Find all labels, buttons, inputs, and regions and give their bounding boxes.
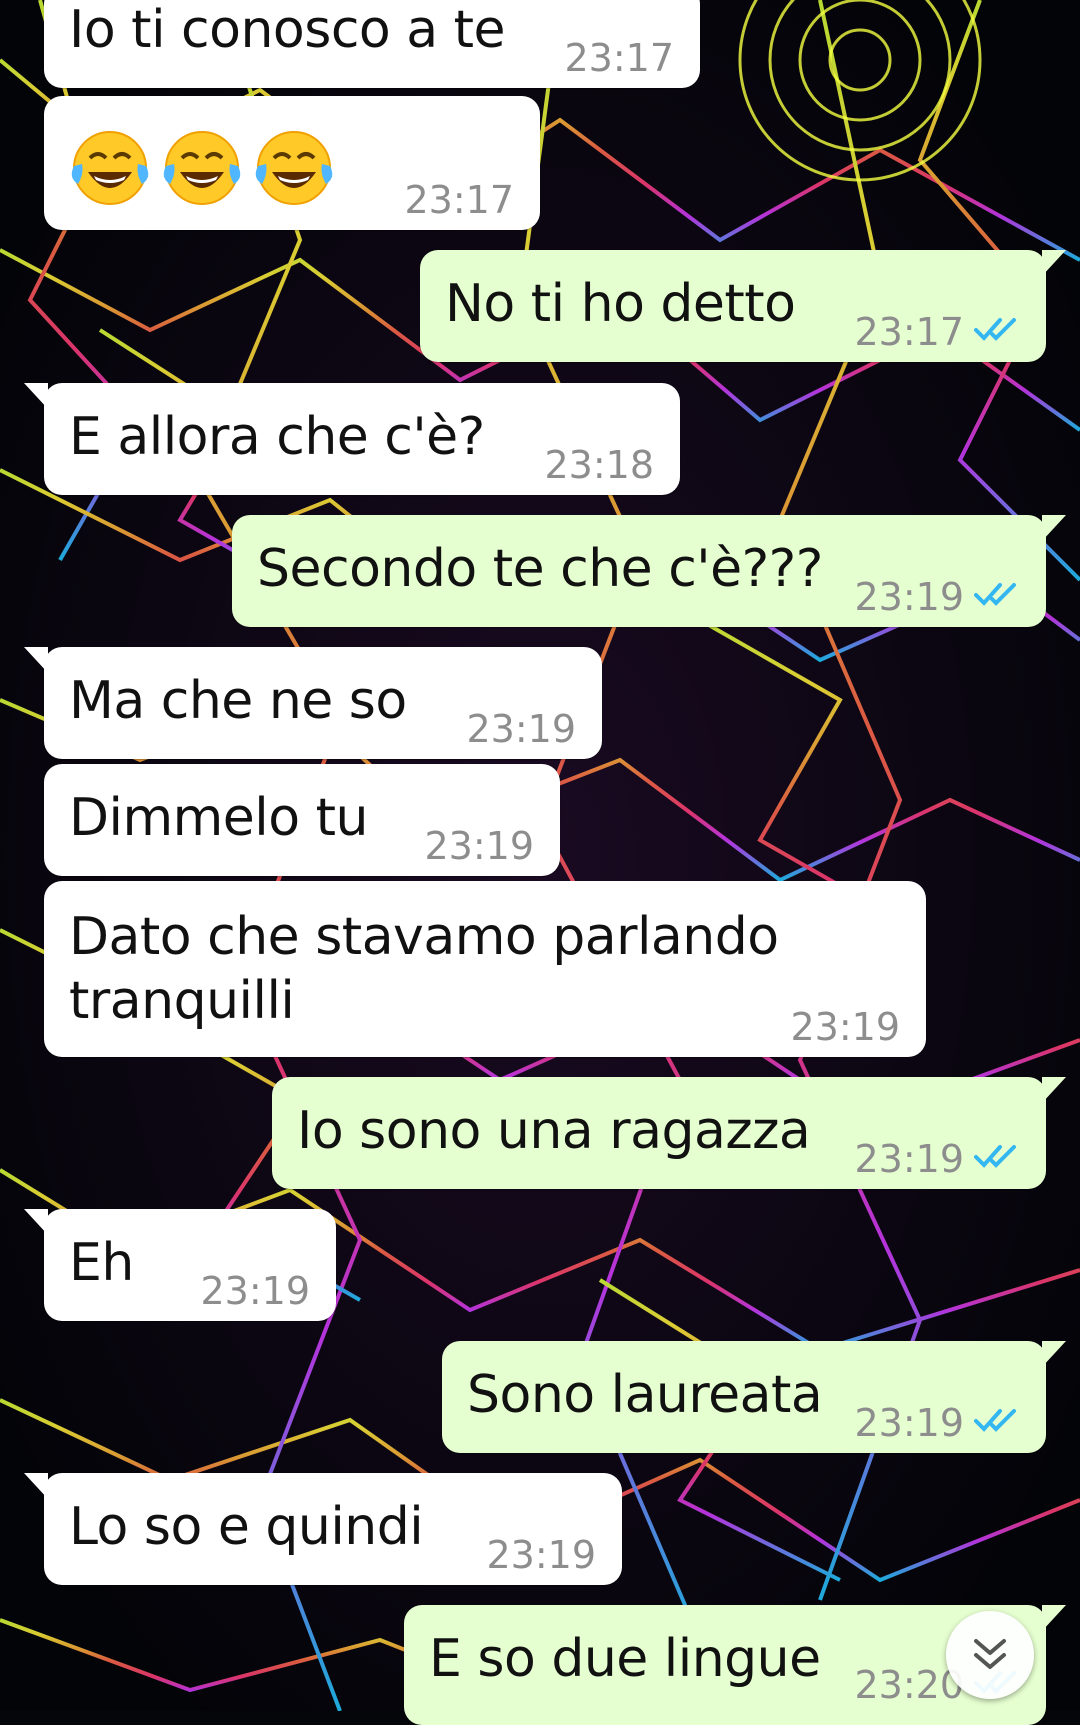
message-text: Eh — [69, 1233, 134, 1293]
message-incoming[interactable]: Lo so e quindi 23:19 — [24, 1473, 622, 1585]
message-time: 23:17 — [854, 310, 964, 354]
bubble-tail — [24, 1473, 48, 1499]
message-text: Dato che stavamo parlando tranquilli — [69, 907, 779, 1031]
message-time: 23:19 — [854, 575, 964, 619]
message-outgoing[interactable]: Sono laureata 23:19 — [442, 1341, 1066, 1453]
message-time: 23:19 — [486, 1533, 596, 1577]
message-outgoing[interactable]: Io sono una ragazza 23:19 — [272, 1077, 1066, 1189]
double-chevron-down-icon — [974, 1639, 1006, 1669]
bubble-tail — [24, 383, 48, 409]
message-time: 23:19 — [790, 1005, 900, 1049]
bubble-tail — [1042, 1605, 1066, 1631]
message-time: 23:17 — [564, 36, 674, 80]
conversation-view: Io ti conosco a te 23:17 23:17 No ti ho … — [0, 0, 1080, 1725]
double-check-icon — [974, 318, 1016, 341]
double-check-icon — [974, 1145, 1016, 1168]
bubble-tail — [24, 647, 48, 673]
message-incoming[interactable]: E allora che c'è? 23:18 — [24, 383, 680, 495]
message-text: Ma che ne so — [69, 671, 407, 731]
bubble-tail — [24, 1209, 48, 1235]
message-text: Lo so e quindi — [69, 1497, 424, 1557]
double-check-icon — [974, 583, 1016, 606]
message-outgoing[interactable]: Secondo te che c'è??? 23:19 — [232, 515, 1066, 627]
message-text: Io sono una ragazza — [297, 1101, 811, 1161]
message-time: 23:19 — [424, 824, 534, 868]
face-with-tears-of-joy-icon — [71, 131, 149, 205]
message-text: Io ti conosco a te — [69, 0, 506, 60]
message-incoming[interactable]: 23:17 — [44, 96, 540, 230]
message-text: E so due lingue — [429, 1629, 821, 1689]
double-check-icon — [974, 1409, 1016, 1432]
message-text: Dimmelo tu — [69, 788, 368, 848]
message-time: 23:19 — [466, 707, 576, 751]
face-with-tears-of-joy-icon — [163, 131, 241, 205]
bubble-tail — [1042, 1077, 1066, 1103]
message-incoming[interactable]: Eh 23:19 — [24, 1209, 336, 1321]
bubble-tail — [1042, 515, 1066, 541]
message-incoming[interactable]: Ma che ne so 23:19 — [24, 647, 602, 759]
message-outgoing[interactable]: No ti ho detto 23:17 — [420, 250, 1066, 362]
bubble-tail — [1042, 1341, 1066, 1367]
scroll-to-bottom-button[interactable] — [946, 1611, 1034, 1699]
message-incoming[interactable]: Io ti conosco a te 23:17 — [44, 0, 700, 88]
message-time: 23:19 — [200, 1269, 310, 1313]
message-text: No ti ho detto — [445, 274, 796, 334]
message-incoming[interactable]: Dimmelo tu 23:19 — [44, 764, 560, 876]
emoji-group — [68, 122, 336, 206]
message-text: E allora che c'è? — [69, 407, 485, 467]
message-text: Secondo te che c'è??? — [257, 539, 823, 599]
message-time: 23:18 — [544, 443, 654, 487]
message-text: Sono laureata — [467, 1365, 823, 1425]
message-time: 23:19 — [854, 1401, 964, 1445]
message-time: 23:17 — [404, 178, 514, 222]
bubble-tail — [1042, 250, 1066, 276]
message-incoming[interactable]: Dato che stavamo parlando tranquilli 23:… — [44, 881, 926, 1057]
message-time: 23:19 — [854, 1137, 964, 1181]
face-with-tears-of-joy-icon — [255, 131, 333, 205]
